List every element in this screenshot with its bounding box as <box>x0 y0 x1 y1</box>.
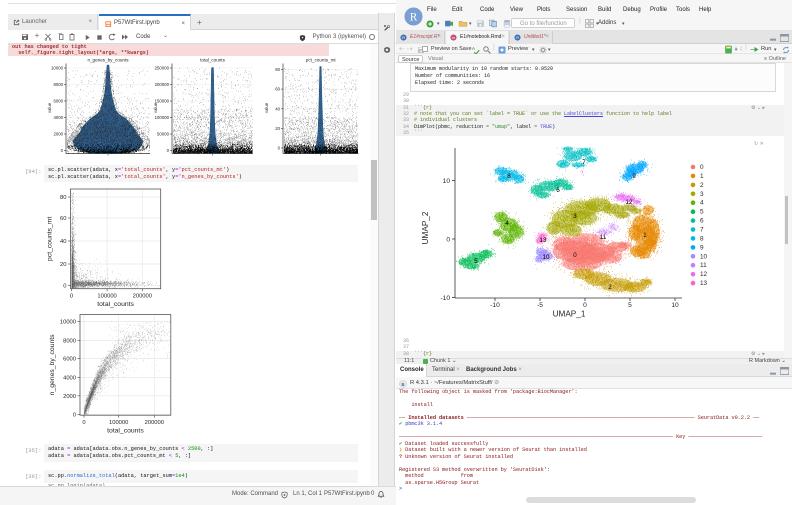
svg-text:12: 12 <box>700 271 708 278</box>
svg-text:6: 6 <box>700 218 704 225</box>
svg-text:150000: 150000 <box>155 99 170 104</box>
svg-text:9: 9 <box>632 173 636 180</box>
svg-text:value: value <box>47 102 52 113</box>
svg-text:2: 2 <box>608 284 612 291</box>
svg-text:13: 13 <box>700 280 708 287</box>
svg-text:60: 60 <box>60 216 66 222</box>
svg-text:1: 1 <box>700 173 704 180</box>
svg-text:11: 11 <box>600 234 607 241</box>
svg-text:3: 3 <box>573 213 577 220</box>
svg-text:10: 10 <box>543 254 550 261</box>
svg-text:UMAP_1: UMAP_1 <box>553 310 586 319</box>
svg-text:5: 5 <box>474 258 478 265</box>
svg-text:pct_counts_mt: pct_counts_mt <box>47 217 54 261</box>
svg-text:2000: 2000 <box>63 394 76 400</box>
svg-text:A: A <box>472 46 475 51</box>
svg-text:4: 4 <box>505 220 509 227</box>
svg-text:13: 13 <box>540 237 547 244</box>
svg-text:200000: 200000 <box>133 294 152 300</box>
svg-text:-5: -5 <box>537 302 543 309</box>
svg-text:100000: 100000 <box>109 420 128 426</box>
svg-text:total_counts: total_counts <box>107 428 144 435</box>
svg-text:0: 0 <box>73 412 76 418</box>
svg-text:R: R <box>516 35 519 40</box>
svg-text:6000: 6000 <box>53 99 63 104</box>
svg-text:UMAP_2: UMAP_2 <box>421 211 430 244</box>
svg-text:20: 20 <box>275 126 280 131</box>
svg-text:value: value <box>264 102 269 113</box>
svg-text:8: 8 <box>700 235 704 242</box>
svg-text:10000: 10000 <box>60 320 76 326</box>
svg-text:100000: 100000 <box>155 115 170 120</box>
svg-text:value: value <box>153 102 158 113</box>
svg-text:5: 5 <box>700 209 704 216</box>
svg-text:5: 5 <box>628 302 632 309</box>
svg-text:4000: 4000 <box>53 115 63 120</box>
svg-text:R: R <box>402 35 405 40</box>
svg-text:80: 80 <box>60 195 66 201</box>
svg-text:4: 4 <box>700 200 704 207</box>
svg-text:200000: 200000 <box>145 420 164 426</box>
svg-text:0: 0 <box>700 164 704 171</box>
svg-text:50000: 50000 <box>157 132 170 137</box>
svg-text:R: R <box>410 11 418 23</box>
svg-text:0: 0 <box>583 302 587 309</box>
svg-text:0: 0 <box>63 284 66 290</box>
svg-text:8: 8 <box>507 173 511 180</box>
svg-text:20: 20 <box>60 262 66 268</box>
svg-text:40: 40 <box>60 239 66 245</box>
svg-text:9: 9 <box>700 244 704 251</box>
svg-text:n_genes_by_counts: n_genes_by_counts <box>49 334 56 395</box>
svg-text:200000: 200000 <box>155 82 170 87</box>
svg-text:8000: 8000 <box>63 338 76 344</box>
svg-text:m: m <box>452 35 455 39</box>
svg-text:10: 10 <box>700 253 708 260</box>
svg-text:3: 3 <box>700 191 704 198</box>
svg-text:10000: 10000 <box>51 66 64 71</box>
svg-text:7: 7 <box>700 227 704 234</box>
svg-text:8000: 8000 <box>53 82 63 87</box>
svg-text:0: 0 <box>446 236 450 243</box>
svg-text:4000: 4000 <box>63 376 76 382</box>
svg-text:0: 0 <box>70 294 73 300</box>
svg-text:1: 1 <box>643 232 647 239</box>
svg-text:10: 10 <box>443 178 451 185</box>
svg-text:6000: 6000 <box>63 357 76 363</box>
svg-text:11: 11 <box>700 262 707 269</box>
svg-text:total_counts: total_counts <box>97 301 134 308</box>
svg-text:0: 0 <box>82 420 85 426</box>
svg-text:pct_counts_mt: pct_counts_mt <box>306 58 337 63</box>
svg-text:7: 7 <box>582 159 586 166</box>
svg-text:80: 80 <box>275 67 280 72</box>
svg-text:60: 60 <box>275 87 280 92</box>
svg-text:-10: -10 <box>440 295 450 302</box>
svg-text:40: 40 <box>275 106 280 111</box>
svg-text:250000: 250000 <box>155 66 170 71</box>
svg-text:100000: 100000 <box>97 294 116 300</box>
svg-text:n_genes_by_counts: n_genes_by_counts <box>87 58 129 63</box>
svg-text:12: 12 <box>626 199 633 206</box>
svg-text:2000: 2000 <box>53 132 63 137</box>
svg-text:2: 2 <box>700 182 704 189</box>
svg-text:6: 6 <box>556 187 560 194</box>
svg-text:10: 10 <box>671 302 679 309</box>
svg-text:total_counts: total_counts <box>200 58 225 63</box>
svg-text:0: 0 <box>573 252 577 259</box>
svg-text:-10: -10 <box>490 302 500 309</box>
